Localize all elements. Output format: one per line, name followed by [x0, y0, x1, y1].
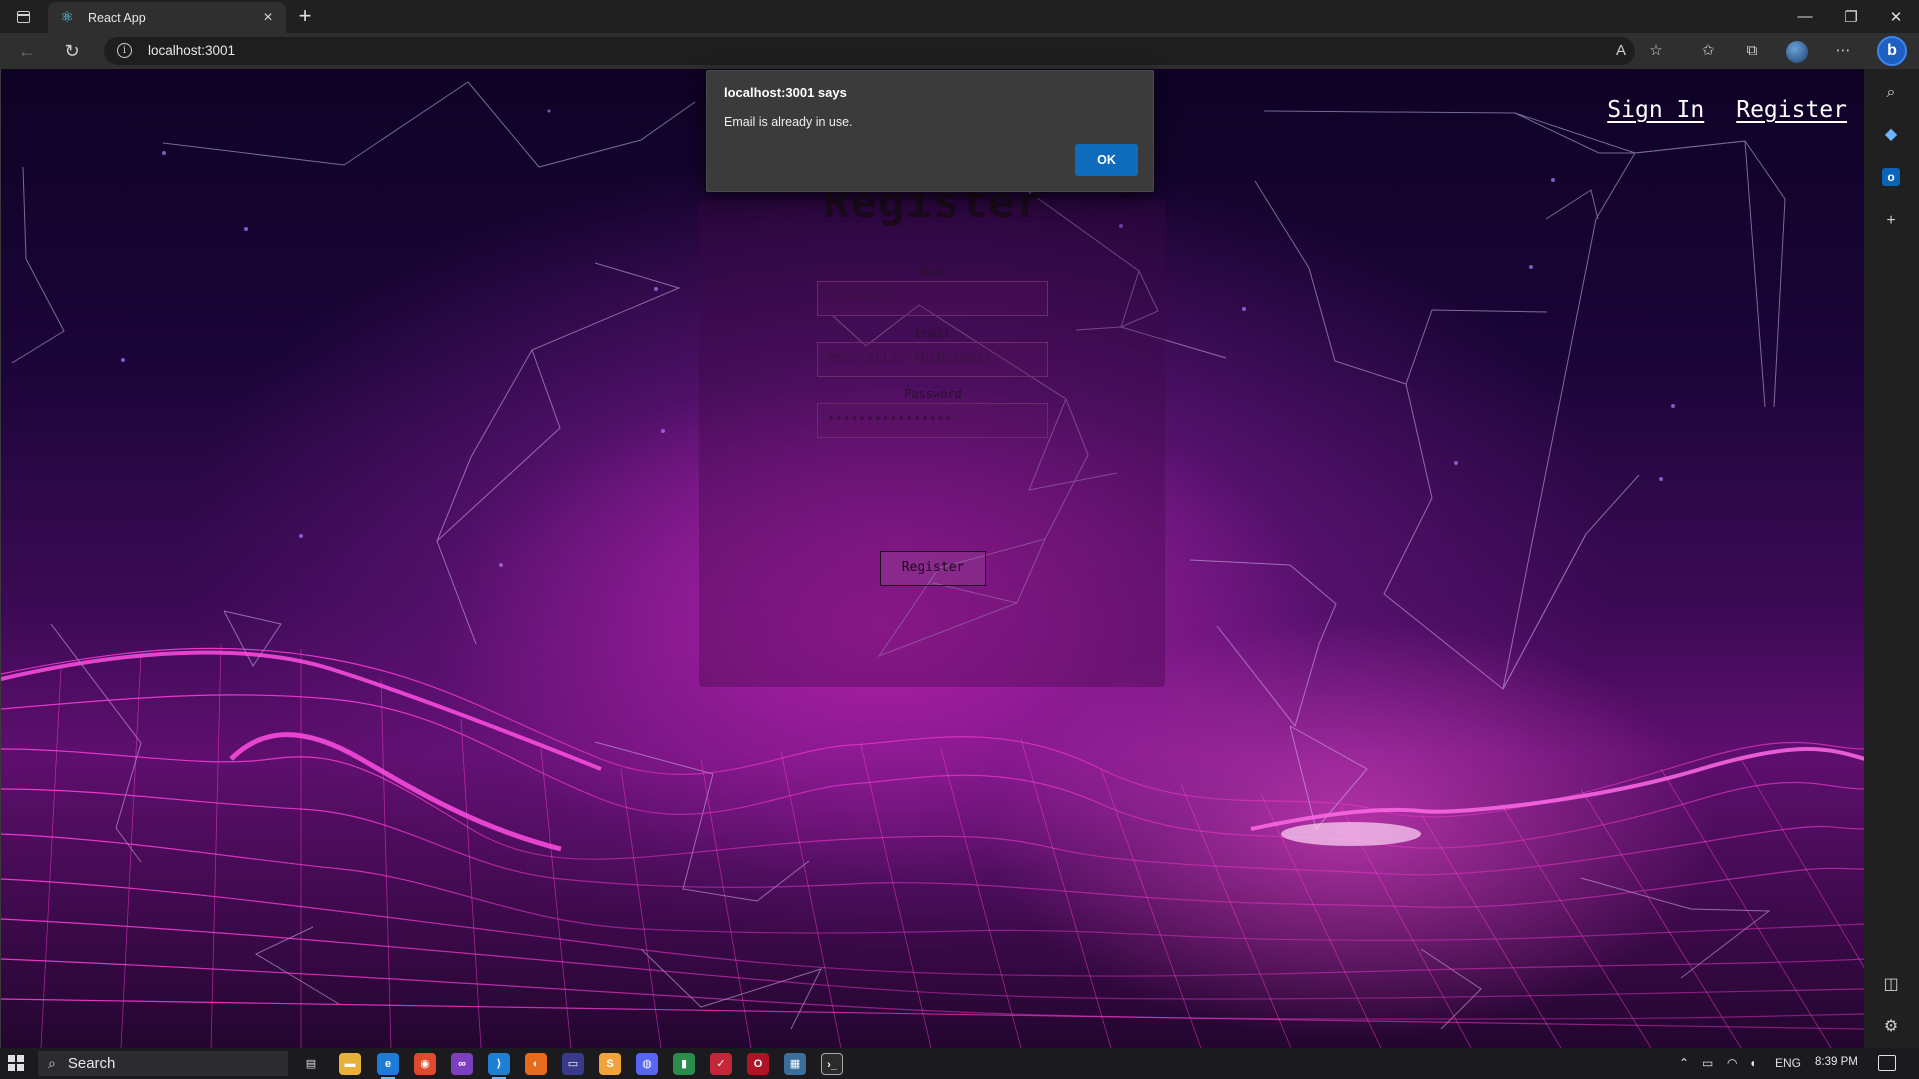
postman-icon[interactable]: ◐	[525, 1053, 547, 1075]
register-link[interactable]: Register	[1736, 97, 1847, 123]
remote-app-icon[interactable]: ▦	[784, 1053, 806, 1075]
top-nav: Sign In Register	[1607, 97, 1847, 123]
battery-icon[interactable]: ▭	[1702, 1056, 1713, 1070]
start-windows-icon[interactable]	[8, 1055, 24, 1071]
tab-actions-icon[interactable]	[8, 6, 38, 28]
alert-ok-button[interactable]: OK	[1075, 144, 1138, 176]
alert-message: Email is already in use.	[724, 115, 853, 129]
taskbar-search-text: Search	[67, 1055, 116, 1072]
add-favorite-icon[interactable]: ☆	[1645, 41, 1667, 61]
collections-icon[interactable]: ⧉	[1741, 41, 1763, 61]
react-favicon-icon: ⚛	[60, 8, 74, 26]
taskbar-clock[interactable]: 8:39 PM	[1815, 1056, 1858, 1068]
sidebar-add-icon[interactable]: +	[1880, 210, 1902, 232]
address-bar[interactable]: i localhost:3001	[104, 37, 1635, 65]
window-close-icon[interactable]: ✕	[1873, 0, 1919, 33]
name-label: Name	[918, 265, 948, 279]
browser-tab-active[interactable]: ⚛ React App ×	[48, 2, 286, 33]
alert-title: localhost:3001 says	[724, 85, 847, 100]
taskbar-search[interactable]: ⌕ Search	[38, 1051, 288, 1076]
back-arrow-icon[interactable]: ←	[12, 38, 42, 64]
tray-chevron-icon[interactable]: ⌃	[1679, 1056, 1689, 1070]
discord-icon[interactable]: ◍	[636, 1053, 658, 1075]
edge-sidebar: ⌕ ◆ o + ◫ ⚙	[1864, 69, 1919, 1048]
alert-dialog: localhost:3001 says Email is already in …	[706, 70, 1154, 192]
email-input[interactable]: emre_yilaz_fbshotmail.	[817, 342, 1048, 377]
windows-taskbar: ⌕ Search ▤ ▬ e ◉ ∞ ⟩ ◐ ▭ S ◍ ▮ ✓ O ▦ ›_ …	[0, 1048, 1919, 1079]
volume-icon[interactable]: ◖	[1749, 1056, 1756, 1070]
task-view-icon[interactable]: ▤	[300, 1053, 322, 1075]
password-input[interactable]: ••••••••••••••••	[817, 403, 1048, 438]
browser-titlebar: ⚛ React App × + — ❐ ✕	[0, 0, 1919, 33]
terminal-icon[interactable]: ›_	[821, 1053, 843, 1075]
tab-title: React App	[88, 10, 146, 25]
url-text[interactable]: localhost:3001	[148, 43, 235, 58]
new-tab-button[interactable]: +	[292, 5, 318, 29]
tab-close-icon[interactable]: ×	[256, 9, 280, 27]
vscode-icon[interactable]: ⟩	[488, 1053, 510, 1079]
register-submit-button[interactable]: Register	[880, 551, 986, 586]
visual-studio-icon[interactable]: ∞	[451, 1053, 473, 1075]
opera-icon[interactable]: O	[747, 1053, 769, 1075]
chart-app-icon[interactable]: ▮	[673, 1053, 695, 1075]
browser-toolbar: ← ↻ i localhost:3001 A ☆ ✩ ⧉ ⋯	[0, 33, 1919, 69]
refresh-icon[interactable]: ↻	[57, 38, 87, 64]
sidebar-search-icon[interactable]: ⌕	[1880, 82, 1902, 104]
profile-avatar[interactable]	[1786, 41, 1808, 63]
email-label: Email	[914, 326, 952, 340]
page-viewport: Sign In Register Register Name 123456789…	[0, 69, 1864, 1048]
edge-icon[interactable]: e	[377, 1053, 399, 1079]
favorites-icon[interactable]: ✩	[1697, 41, 1719, 61]
notification-icon[interactable]	[1878, 1055, 1896, 1071]
search-icon: ⌕	[48, 1055, 56, 1071]
site-info-icon[interactable]: i	[117, 43, 132, 58]
sublime-icon[interactable]: S	[599, 1053, 621, 1075]
sign-in-link[interactable]: Sign In	[1607, 97, 1704, 123]
sidebar-copilot-icon[interactable]: ◆	[1880, 124, 1902, 146]
wifi-icon[interactable]: ◠	[1727, 1056, 1737, 1070]
sidebar-settings-icon[interactable]: ⚙	[1880, 1016, 1902, 1038]
app-bar-icon[interactable]: ▭	[562, 1053, 584, 1075]
checklist-app-icon[interactable]: ✓	[710, 1053, 732, 1075]
bing-copilot-icon[interactable]: b	[1877, 36, 1907, 66]
sidebar-outlook-icon[interactable]: o	[1882, 168, 1900, 186]
restore-icon[interactable]: ❐	[1828, 0, 1874, 33]
file-explorer-icon[interactable]: ▬	[339, 1053, 361, 1075]
more-menu-icon[interactable]: ⋯	[1832, 41, 1854, 61]
read-aloud-icon[interactable]: A	[1610, 41, 1632, 61]
minimize-icon[interactable]: —	[1782, 0, 1828, 33]
language-indicator[interactable]: ENG	[1775, 1056, 1801, 1070]
password-label: Password	[904, 387, 962, 401]
sidebar-panel-icon[interactable]: ◫	[1880, 974, 1902, 996]
name-input[interactable]: 123456789	[817, 281, 1048, 316]
chrome-icon[interactable]: ◉	[414, 1053, 436, 1075]
